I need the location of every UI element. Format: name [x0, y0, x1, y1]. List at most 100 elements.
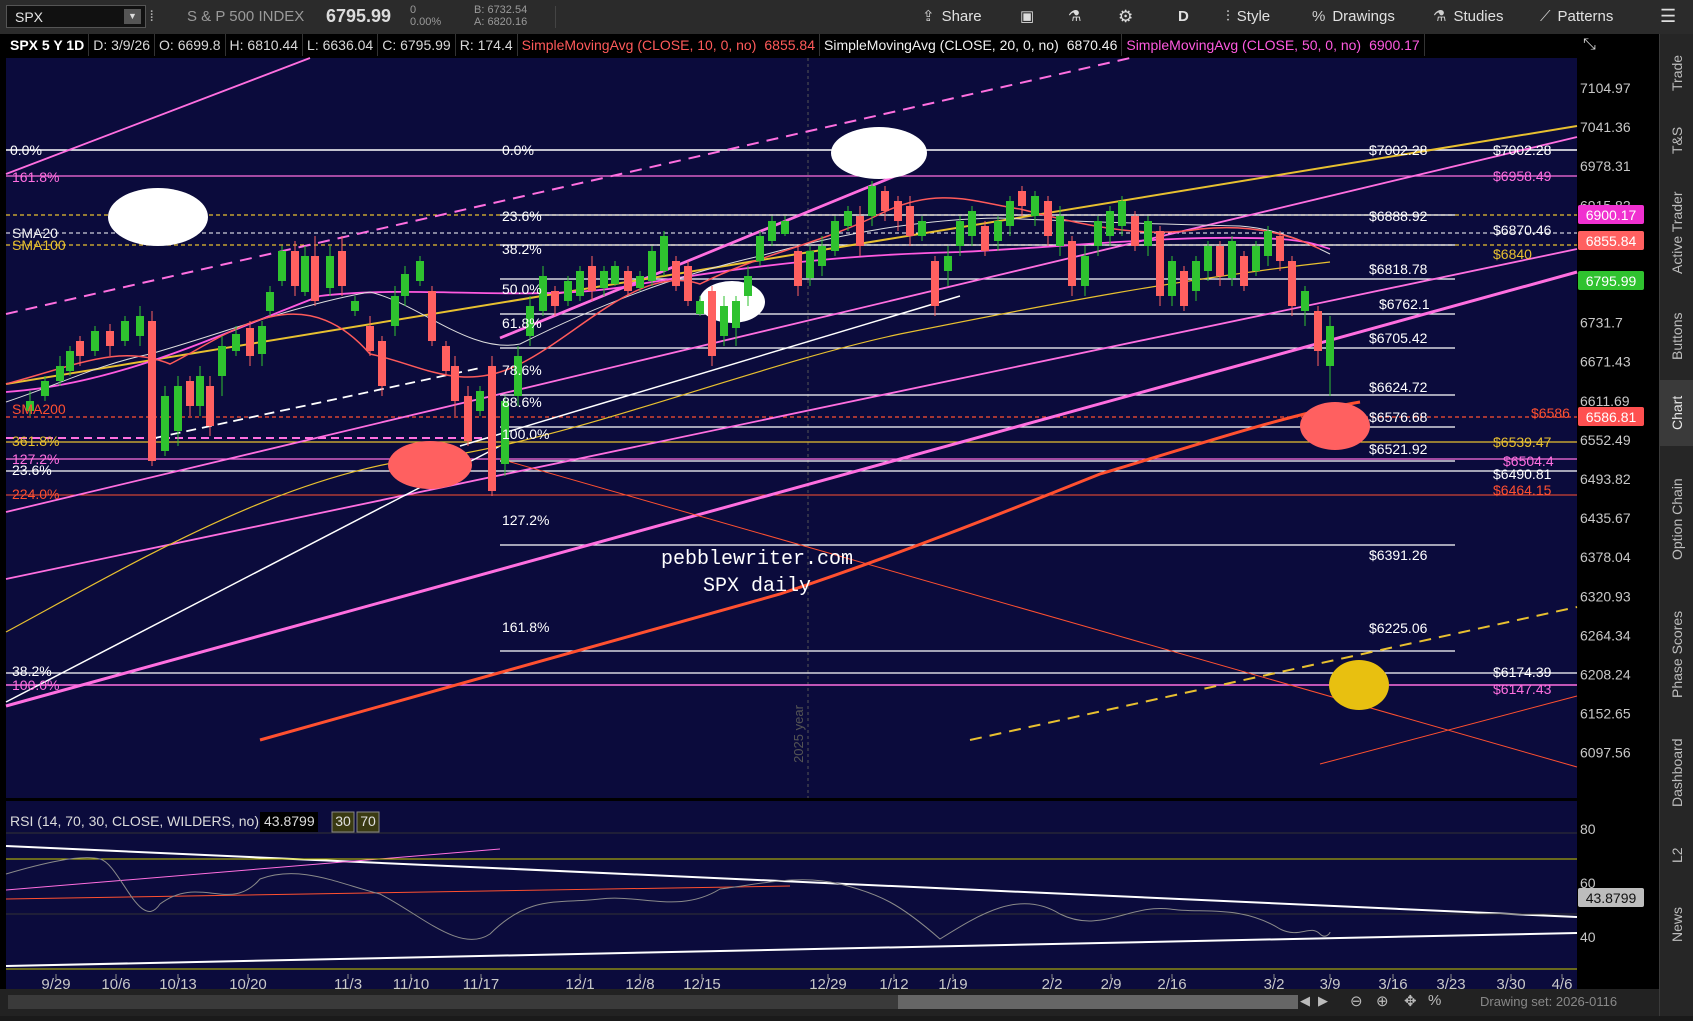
candle-body	[1144, 221, 1152, 246]
price-axis-label: 6493.82	[1580, 471, 1631, 487]
candle-body	[576, 271, 584, 296]
candle-body	[1131, 216, 1139, 246]
aggregation-button[interactable]: D	[1178, 5, 1189, 29]
candle-body	[944, 256, 952, 271]
left-fib-label: 161.8%	[12, 169, 59, 185]
scroll-right-icon[interactable]: ▶	[1318, 993, 1328, 1009]
candle-body	[1081, 256, 1089, 286]
candle-body	[1031, 196, 1039, 216]
candle-body	[391, 296, 399, 326]
sidebar-tab-option-chain[interactable]: Option Chain	[1660, 450, 1693, 588]
right-fib-label: $6705.42	[1369, 330, 1428, 346]
zoom-in-icon[interactable]: ⊕	[1376, 992, 1389, 1010]
patterns-button[interactable]: ⟋ Patterns	[1540, 5, 1613, 29]
layout-icon[interactable]: ▣	[1020, 5, 1034, 28]
rsi-axis-label: 60	[1580, 875, 1596, 891]
candle-body	[148, 321, 156, 461]
flask-icon[interactable]: ⚗	[1068, 5, 1081, 28]
sidebar-tab-news[interactable]: News	[1660, 884, 1693, 964]
price-axis-label: 6978.31	[1580, 158, 1631, 174]
percent-icon[interactable]: %	[1428, 992, 1441, 1009]
watermark-line1: pebblewriter.com	[661, 548, 853, 571]
sidebar-tab-chart[interactable]: Chart	[1660, 380, 1693, 446]
chart-svg[interactable]: 2025 year 0.0%161.8%SMA20SMA100SMA200361…	[0, 34, 1693, 1016]
candle-body	[1216, 246, 1224, 276]
sidebar-tab-l2[interactable]: L2	[1660, 832, 1693, 878]
candle-body	[856, 216, 864, 246]
candle-body	[278, 251, 286, 281]
sidebar-tab-active-trader[interactable]: Active Trader	[1660, 174, 1693, 292]
collapse-icon[interactable]: ⤡	[1583, 36, 1596, 54]
sidebar-tab-buttons[interactable]: Buttons	[1660, 296, 1693, 376]
price-axis-label: 6152.65	[1580, 706, 1631, 722]
series-name[interactable]: SPX 5 Y 1D	[6, 34, 90, 56]
menu-icon[interactable]: ☰	[1660, 5, 1676, 28]
mid-fib-label: 61.8%	[502, 315, 542, 331]
sidebar-tab-t-s[interactable]: T&S	[1660, 110, 1693, 170]
candle-body	[416, 261, 424, 281]
rsi-os-value: 70	[360, 813, 376, 829]
sma20-value: 6870.46	[1063, 34, 1123, 56]
chart-area[interactable]: 2025 year 0.0% 161.8% SMA20 SMA100 SMA200 361…	[0, 34, 1693, 1016]
candle-body	[636, 276, 644, 288]
bid-value: B: 6732.54	[474, 4, 528, 16]
settings-slider-icon[interactable]: ⦙	[150, 5, 153, 28]
candle-body	[994, 221, 1002, 241]
price-axis-label: 6208.24	[1580, 667, 1631, 683]
right-fib-label: $6521.92	[1369, 441, 1428, 457]
candle-body	[831, 221, 839, 251]
share-icon: ⇪	[922, 8, 935, 25]
candle-body	[378, 341, 386, 386]
share-button[interactable]: ⇪ Share	[922, 5, 982, 29]
highlight-ellipse	[1329, 660, 1389, 710]
bar-date: D: 3/9/26	[89, 34, 156, 56]
top-toolbar: SPX ▼ ⦙ S & P 500 INDEX 6795.99 0 0.00% …	[0, 0, 1693, 35]
symbol-selector[interactable]: SPX ▼	[6, 5, 146, 28]
left-fib-label: 224.0%	[12, 486, 59, 502]
left-fib-label: 100.0%	[12, 677, 59, 693]
mid-fib-label: 50.0%	[502, 281, 542, 297]
candle-body	[56, 366, 64, 381]
price-badge-label: 6855.84	[1586, 233, 1637, 249]
sidebar-tab-dashboard[interactable]: Dashboard	[1660, 718, 1693, 828]
candle-body	[708, 291, 716, 356]
left-fib-label: 361.8%	[12, 433, 59, 449]
gear-icon[interactable]: ⚙	[1118, 5, 1133, 28]
rsi-pane	[6, 801, 1577, 995]
drawing-set-label[interactable]: Drawing set: 2026-0116	[1480, 994, 1617, 1009]
style-button[interactable]: ⫶ Style	[1226, 5, 1270, 29]
candle-body	[351, 301, 359, 311]
change-value: 0	[410, 4, 417, 16]
instrument-name: S & P 500 INDEX	[187, 8, 305, 25]
chevron-down-icon[interactable]: ▼	[124, 9, 141, 24]
candle-body	[806, 251, 814, 278]
sidebar-tab-phase-scores[interactable]: Phase Scores	[1660, 594, 1693, 714]
sma50-label[interactable]: SimpleMovingAvg (CLOSE, 50, 0, no)	[1122, 34, 1365, 56]
candle-body	[672, 261, 680, 286]
zoom-out-icon[interactable]: ⊖	[1350, 992, 1363, 1010]
candle-body	[301, 256, 309, 292]
candle-body	[1301, 291, 1309, 311]
bid-ask: B: 6732.54 A: 6820.16	[474, 4, 527, 28]
candle-body	[931, 261, 939, 306]
studies-button[interactable]: ⚗ Studies	[1433, 5, 1504, 29]
candle-body	[551, 291, 559, 306]
price-badge-label: 6795.99	[1586, 273, 1637, 289]
studies-label: Studies	[1453, 8, 1504, 25]
sma10-label[interactable]: SimpleMovingAvg (CLOSE, 10, 0, no)	[518, 34, 761, 56]
candle-body	[1168, 261, 1176, 296]
drawings-button[interactable]: % Drawings	[1312, 5, 1395, 29]
scrollbar-thumb[interactable]	[898, 995, 1298, 1009]
scroll-left-icon[interactable]: ◀	[1300, 993, 1310, 1009]
sidebar-tab-trade[interactable]: Trade	[1660, 40, 1693, 106]
candle-body	[232, 334, 240, 351]
candle-body	[1068, 241, 1076, 286]
rsi-value: 43.8799	[264, 813, 315, 829]
pan-icon[interactable]: ✥	[1404, 992, 1417, 1010]
candle-body	[684, 266, 692, 301]
candle-body	[611, 266, 619, 284]
right-fib-label: $6539.47	[1493, 434, 1552, 450]
sma20-label[interactable]: SimpleMovingAvg (CLOSE, 20, 0, no)	[820, 34, 1063, 56]
patterns-label: Patterns	[1557, 8, 1614, 25]
candle-body	[894, 201, 902, 221]
